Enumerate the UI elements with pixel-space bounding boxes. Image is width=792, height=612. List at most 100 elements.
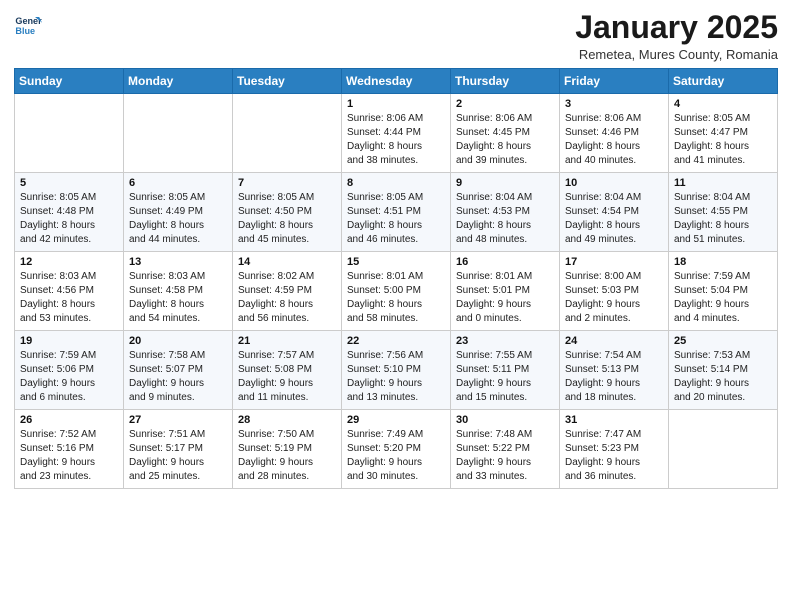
day-cell: 16 Sunrise: 8:01 AM Sunset: 5:01 PM Dayli… — [451, 252, 560, 331]
day-cell: 26Sunrise: 7:52 AM Sunset: 5:16 PM Dayli… — [15, 410, 124, 489]
day-number: 8 — [347, 177, 445, 189]
day-info: Sunrise: 8:06 AM Sunset: 4:45 PM Dayligh… — [456, 112, 554, 168]
day-cell — [124, 94, 233, 173]
day-number: 23 — [456, 335, 554, 347]
day-number: 19 — [20, 335, 118, 347]
day-number: 24 — [565, 335, 663, 347]
day-info: Sunrise: 8:04 AM Sunset: 4:54 PM Dayligh… — [565, 191, 663, 247]
day-cell: 15 Sunrise: 8:01 AM Sunset: 5:00 PM Dayli… — [342, 252, 451, 331]
day-number: 20 — [129, 335, 227, 347]
day-number: 14 — [238, 256, 336, 268]
day-info: Sunrise: 8:03 AM Sunset: 4:56 PM Dayligh… — [20, 270, 118, 326]
day-number: 16 — [456, 256, 554, 268]
day-number: 30 — [456, 414, 554, 426]
weekday-header-wednesday: Wednesday — [342, 69, 451, 94]
day-number: 18 — [674, 256, 772, 268]
calendar: SundayMondayTuesdayWednesdayThursdayFrid… — [14, 68, 778, 489]
day-info: Sunrise: 7:56 AM Sunset: 5:10 PM Dayligh… — [347, 349, 445, 405]
day-cell: 12 Sunrise: 8:03 AM Sunset: 4:56 PM Dayli… — [15, 252, 124, 331]
day-cell: 9 Sunrise: 8:04 AM Sunset: 4:53 PM Daylig… — [451, 173, 560, 252]
page: General Blue January 2025 Remetea, Mures… — [0, 0, 792, 612]
day-cell: 27Sunrise: 7:51 AM Sunset: 5:17 PM Dayli… — [124, 410, 233, 489]
svg-text:Blue: Blue — [15, 26, 35, 36]
day-number: 15 — [347, 256, 445, 268]
day-number: 29 — [347, 414, 445, 426]
day-number: 28 — [238, 414, 336, 426]
subtitle: Remetea, Mures County, Romania — [575, 47, 778, 62]
day-number: 1 — [347, 98, 445, 110]
day-info: Sunrise: 8:04 AM Sunset: 4:53 PM Dayligh… — [456, 191, 554, 247]
day-number: 12 — [20, 256, 118, 268]
day-cell: 14 Sunrise: 8:02 AM Sunset: 4:59 PM Dayli… — [233, 252, 342, 331]
week-row-3: 12 Sunrise: 8:03 AM Sunset: 4:56 PM Dayli… — [15, 252, 778, 331]
weekday-header-tuesday: Tuesday — [233, 69, 342, 94]
week-row-4: 19 Sunrise: 7:59 AM Sunset: 5:06 PM Dayli… — [15, 331, 778, 410]
day-cell — [233, 94, 342, 173]
day-info: Sunrise: 8:02 AM Sunset: 4:59 PM Dayligh… — [238, 270, 336, 326]
day-cell: 18 Sunrise: 7:59 AM Sunset: 5:04 PM Dayli… — [669, 252, 778, 331]
day-number: 2 — [456, 98, 554, 110]
day-number: 21 — [238, 335, 336, 347]
day-number: 13 — [129, 256, 227, 268]
day-cell: 17Sunrise: 8:00 AM Sunset: 5:03 PM Dayli… — [560, 252, 669, 331]
day-cell: 20 Sunrise: 7:58 AM Sunset: 5:07 PM Dayli… — [124, 331, 233, 410]
day-cell: 8 Sunrise: 8:05 AM Sunset: 4:51 PM Daylig… — [342, 173, 451, 252]
day-cell: 19 Sunrise: 7:59 AM Sunset: 5:06 PM Dayli… — [15, 331, 124, 410]
header: General Blue January 2025 Remetea, Mures… — [14, 10, 778, 62]
day-number: 22 — [347, 335, 445, 347]
day-info: Sunrise: 7:59 AM Sunset: 5:06 PM Dayligh… — [20, 349, 118, 405]
day-info: Sunrise: 7:48 AM Sunset: 5:22 PM Dayligh… — [456, 428, 554, 484]
day-info: Sunrise: 8:05 AM Sunset: 4:49 PM Dayligh… — [129, 191, 227, 247]
day-info: Sunrise: 8:05 AM Sunset: 4:50 PM Dayligh… — [238, 191, 336, 247]
day-cell: 23Sunrise: 7:55 AM Sunset: 5:11 PM Dayli… — [451, 331, 560, 410]
day-cell: 11Sunrise: 8:04 AM Sunset: 4:55 PM Dayli… — [669, 173, 778, 252]
day-cell — [15, 94, 124, 173]
week-row-5: 26Sunrise: 7:52 AM Sunset: 5:16 PM Dayli… — [15, 410, 778, 489]
day-cell: 22 Sunrise: 7:56 AM Sunset: 5:10 PM Dayli… — [342, 331, 451, 410]
weekday-header-sunday: Sunday — [15, 69, 124, 94]
month-title: January 2025 — [575, 10, 778, 45]
day-info: Sunrise: 7:57 AM Sunset: 5:08 PM Dayligh… — [238, 349, 336, 405]
logo: General Blue — [14, 10, 42, 38]
day-info: Sunrise: 7:59 AM Sunset: 5:04 PM Dayligh… — [674, 270, 772, 326]
day-info: Sunrise: 8:03 AM Sunset: 4:58 PM Dayligh… — [129, 270, 227, 326]
weekday-header-friday: Friday — [560, 69, 669, 94]
day-info: Sunrise: 7:51 AM Sunset: 5:17 PM Dayligh… — [129, 428, 227, 484]
day-info: Sunrise: 7:52 AM Sunset: 5:16 PM Dayligh… — [20, 428, 118, 484]
day-cell: 7 Sunrise: 8:05 AM Sunset: 4:50 PM Daylig… — [233, 173, 342, 252]
day-number: 7 — [238, 177, 336, 189]
day-cell: 1 Sunrise: 8:06 AM Sunset: 4:44 PM Daylig… — [342, 94, 451, 173]
day-number: 3 — [565, 98, 663, 110]
day-cell: 29Sunrise: 7:49 AM Sunset: 5:20 PM Dayli… — [342, 410, 451, 489]
day-info: Sunrise: 8:05 AM Sunset: 4:48 PM Dayligh… — [20, 191, 118, 247]
day-cell: 24 Sunrise: 7:54 AM Sunset: 5:13 PM Dayli… — [560, 331, 669, 410]
day-info: Sunrise: 7:53 AM Sunset: 5:14 PM Dayligh… — [674, 349, 772, 405]
day-number: 4 — [674, 98, 772, 110]
day-cell: 3Sunrise: 8:06 AM Sunset: 4:46 PM Daylig… — [560, 94, 669, 173]
week-row-2: 5Sunrise: 8:05 AM Sunset: 4:48 PM Daylig… — [15, 173, 778, 252]
day-info: Sunrise: 8:01 AM Sunset: 5:00 PM Dayligh… — [347, 270, 445, 326]
week-row-1: 1 Sunrise: 8:06 AM Sunset: 4:44 PM Daylig… — [15, 94, 778, 173]
day-cell: 31Sunrise: 7:47 AM Sunset: 5:23 PM Dayli… — [560, 410, 669, 489]
day-info: Sunrise: 7:54 AM Sunset: 5:13 PM Dayligh… — [565, 349, 663, 405]
day-info: Sunrise: 8:06 AM Sunset: 4:44 PM Dayligh… — [347, 112, 445, 168]
day-number: 25 — [674, 335, 772, 347]
day-info: Sunrise: 7:58 AM Sunset: 5:07 PM Dayligh… — [129, 349, 227, 405]
day-number: 9 — [456, 177, 554, 189]
day-info: Sunrise: 8:01 AM Sunset: 5:01 PM Dayligh… — [456, 270, 554, 326]
day-cell: 4 Sunrise: 8:05 AM Sunset: 4:47 PM Daylig… — [669, 94, 778, 173]
weekday-header-thursday: Thursday — [451, 69, 560, 94]
day-cell: 21 Sunrise: 7:57 AM Sunset: 5:08 PM Dayli… — [233, 331, 342, 410]
day-cell: 30 Sunrise: 7:48 AM Sunset: 5:22 PM Dayli… — [451, 410, 560, 489]
day-cell: 10Sunrise: 8:04 AM Sunset: 4:54 PM Dayli… — [560, 173, 669, 252]
day-cell: 6Sunrise: 8:05 AM Sunset: 4:49 PM Daylig… — [124, 173, 233, 252]
day-cell: 28 Sunrise: 7:50 AM Sunset: 5:19 PM Dayli… — [233, 410, 342, 489]
weekday-header-saturday: Saturday — [669, 69, 778, 94]
day-cell: 25 Sunrise: 7:53 AM Sunset: 5:14 PM Dayli… — [669, 331, 778, 410]
day-info: Sunrise: 7:50 AM Sunset: 5:19 PM Dayligh… — [238, 428, 336, 484]
weekday-header-monday: Monday — [124, 69, 233, 94]
day-info: Sunrise: 8:05 AM Sunset: 4:47 PM Dayligh… — [674, 112, 772, 168]
day-cell: 2 Sunrise: 8:06 AM Sunset: 4:45 PM Daylig… — [451, 94, 560, 173]
day-info: Sunrise: 8:05 AM Sunset: 4:51 PM Dayligh… — [347, 191, 445, 247]
day-number: 11 — [674, 177, 772, 189]
